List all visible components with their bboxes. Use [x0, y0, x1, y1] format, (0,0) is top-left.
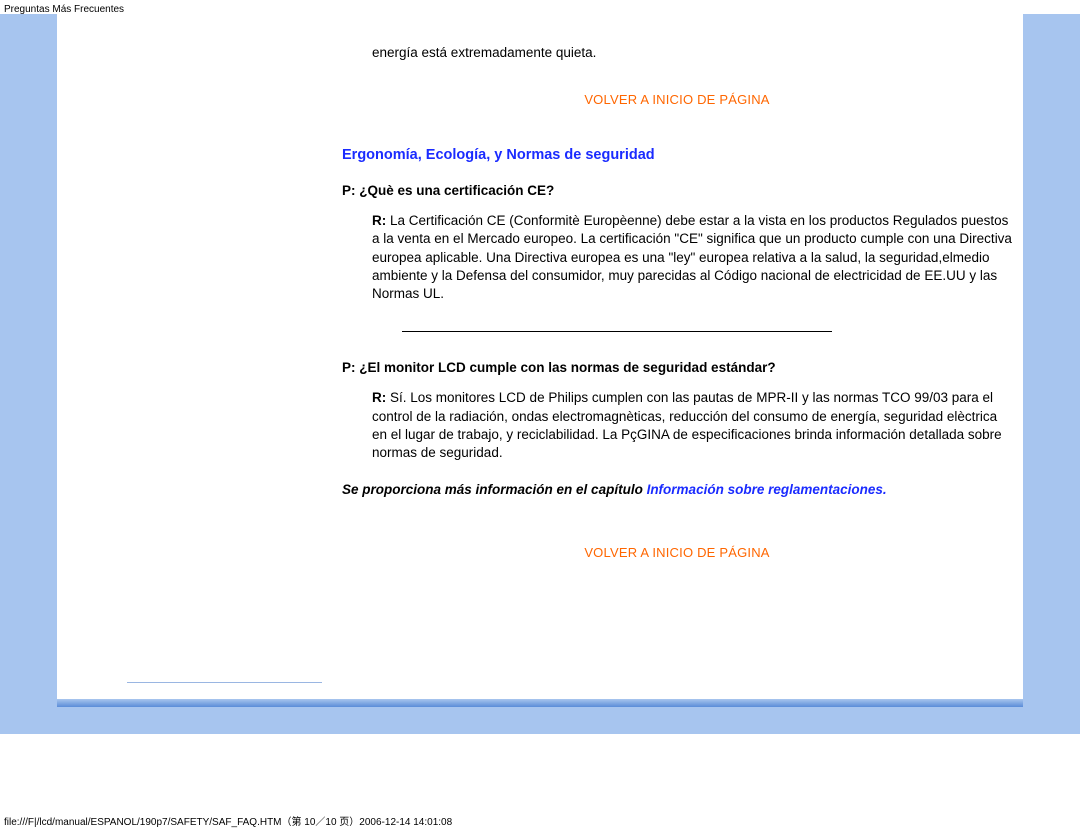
answer-1: R: La Certificación CE (Conformitè Europ… — [342, 212, 1012, 303]
back-to-top-link-2[interactable]: VOLVER A INICIO DE PÁGINA — [342, 545, 1012, 560]
more-info-prefix: Se proporciona más información en el cap… — [342, 482, 647, 497]
regulations-link[interactable]: Información sobre reglamentaciones. — [647, 482, 887, 497]
fragment-text: energía está extremadamente quieta. — [372, 44, 1012, 62]
back-to-top-link-1[interactable]: VOLVER A INICIO DE PÁGINA — [342, 92, 1012, 107]
more-info-text: Se proporciona más información en el cap… — [342, 482, 1012, 497]
section-heading: Ergonomía, Ecología, y Normas de segurid… — [342, 147, 1012, 163]
footer-path: file:///F|/lcd/manual/ESPANOL/190p7/SAFE… — [4, 813, 452, 828]
main-content: energía está extremadamente quieta. VOLV… — [122, 14, 1072, 699]
answer-2-label: R: — [372, 390, 386, 405]
divider-line — [402, 331, 832, 332]
answer-2: R: Sí. Los monitores LCD de Philips cump… — [342, 389, 1012, 462]
panel-border-bottom — [57, 699, 1023, 707]
background-frame: energía está extremadamente quieta. VOLV… — [0, 14, 1080, 734]
answer-2-text: Sí. Los monitores LCD de Philips cumplen… — [372, 390, 1002, 460]
question-2: P: ¿El monitor LCD cumple con las normas… — [342, 360, 1012, 375]
question-1: P: ¿Què es una certificación CE? — [342, 183, 1012, 198]
answer-1-label: R: — [372, 213, 386, 228]
answer-1-text: La Certificación CE (Conformitè Europèen… — [372, 213, 1012, 301]
content-panel: energía está extremadamente quieta. VOLV… — [57, 14, 1023, 699]
